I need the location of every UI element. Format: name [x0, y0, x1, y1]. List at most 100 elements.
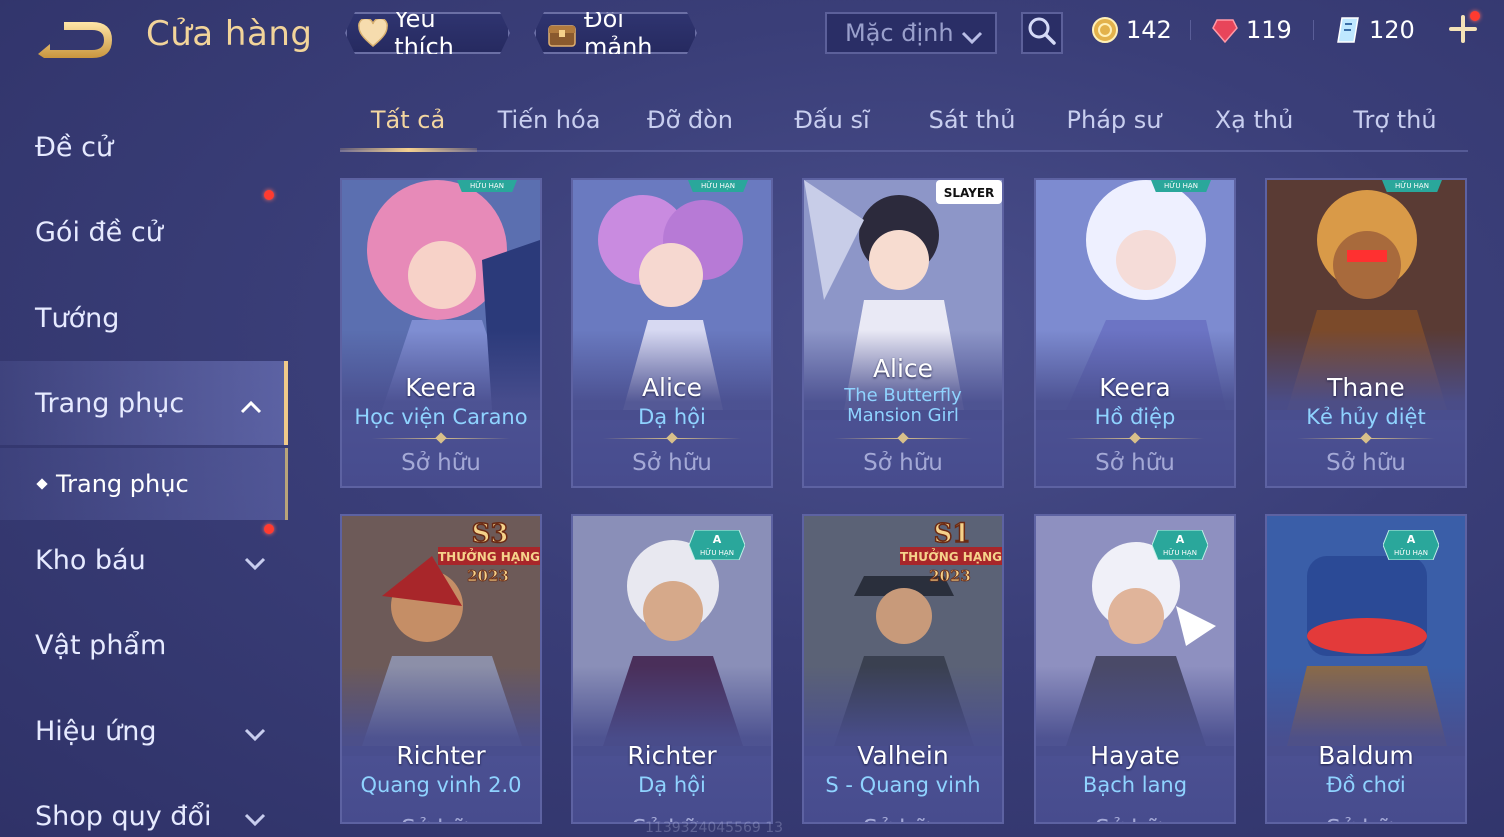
chevron-down-icon	[244, 548, 266, 579]
limited-badge: HỮU HẠN	[1151, 180, 1211, 192]
chevron-down-icon	[961, 24, 983, 52]
owned-status: Sở hữu	[1036, 816, 1234, 822]
tab-tank[interactable]: Đỡ đòn	[647, 106, 733, 134]
exchange-fragments-label: Đổi mảnh	[584, 5, 653, 61]
tab-assassin[interactable]: Sát thủ	[929, 106, 1016, 134]
back-arrow-icon[interactable]	[34, 18, 116, 62]
sidebar-item-treasure[interactable]: Kho báu	[0, 518, 288, 602]
gold-currency: 142	[1090, 12, 1172, 48]
skin-name: Hồ điệp	[1094, 405, 1176, 429]
favorites-label: Yêu thích	[394, 5, 454, 61]
sidebar-item-label: Vật phẩm	[35, 629, 167, 661]
hero-name: Hayate	[1090, 741, 1180, 770]
skin-card[interactable]: A HỮU HẠN Richter Dạ hội Sở hữu	[571, 514, 773, 824]
ruby-icon	[1210, 15, 1240, 45]
limited-badge: HỮU HẠN	[1382, 180, 1442, 192]
skin-card[interactable]: S3 THƯỞNG HẠNG 2023 Richter Quang vinh 2…	[340, 514, 542, 824]
limited-badge: HỮU HẠN	[688, 180, 748, 192]
svg-text:THƯỞNG HẠNG: THƯỞNG HẠNG	[900, 548, 1002, 564]
owned-status: Sở hữu	[1326, 450, 1406, 476]
svg-text:THƯỞNG HẠNG: THƯỞNG HẠNG	[438, 548, 540, 564]
slayer-logo: SLAYER	[936, 180, 1002, 204]
sidebar-item-label: Kho báu	[35, 544, 146, 576]
grade-a-badge: A HỮU HẠN	[689, 530, 745, 560]
skin-card[interactable]: HỮU HẠN Thane Kẻ hủy diệt Sở hữu	[1265, 178, 1467, 488]
owned-status: Sở hữu	[401, 450, 481, 476]
hero-name: Thane	[1327, 373, 1405, 402]
notification-dot	[1470, 11, 1480, 21]
svg-text:S1: S1	[934, 519, 971, 549]
skin-name: The Butterfly Mansion Girl	[844, 385, 962, 426]
search-button[interactable]	[1021, 12, 1063, 54]
skin-grid: HỮU HẠN Keera Học viện Carano Sở hữu HỮU…	[340, 178, 1470, 837]
heart-icon	[357, 18, 388, 48]
plus-icon	[1448, 15, 1478, 48]
skin-card[interactable]: A HỮU HẠN Hayate Bạch lang Sở hữu	[1034, 514, 1236, 824]
hero-name: Keera	[405, 373, 477, 402]
sidebar-item-items[interactable]: Vật phẩm	[0, 603, 288, 687]
sidebar: Đề cử Gói đề cử Tướng Trang phục Trang p…	[0, 100, 290, 837]
diamond-bullet-icon	[36, 478, 48, 490]
sidebar-item-label: Gói đề cử	[35, 216, 163, 248]
sidebar-item-exchange-shop[interactable]: Shop quy đổi	[0, 774, 288, 837]
tab-evolution[interactable]: Tiến hóa	[498, 106, 601, 134]
hero-name: Keera	[1099, 373, 1171, 402]
sidebar-item-effects[interactable]: Hiệu ứng	[0, 689, 288, 773]
voucher-ticket-icon	[1333, 15, 1363, 45]
sidebar-item-label: Đề cử	[35, 131, 114, 163]
gold-amount: 142	[1126, 16, 1172, 44]
active-tab-indicator	[340, 148, 477, 152]
tab-marksman[interactable]: Xạ thủ	[1215, 106, 1294, 134]
skin-card[interactable]: SLAYER Alice The Butterfly Mansion Girl …	[802, 178, 1004, 488]
svg-text:A: A	[713, 533, 722, 546]
skin-card[interactable]: HỮU HẠN Keera Học viện Carano Sở hữu	[340, 178, 542, 488]
owned-status: Sở hữu	[632, 450, 712, 476]
category-tabs: Tất cả Tiến hóa Đỡ đòn Đấu sĩ Sát thủ Ph…	[340, 100, 1468, 152]
svg-text:SLAYER: SLAYER	[944, 186, 995, 200]
currency-divider	[1190, 20, 1191, 40]
page-title: Cửa hàng	[146, 14, 313, 54]
hero-name: Richter	[396, 741, 486, 770]
grade-a-badge: A HỮU HẠN	[1152, 530, 1208, 560]
skin-name: Học viện Carano	[354, 405, 528, 429]
owned-status: Sở hữu	[804, 816, 1002, 822]
svg-text:2023: 2023	[467, 567, 509, 585]
sidebar-subitem-label: Trang phục	[56, 470, 189, 498]
svg-text:HỮU HẠN: HỮU HẠN	[1394, 548, 1428, 557]
hero-name: Valhein	[857, 741, 949, 770]
sidebar-item-bundles[interactable]: Gói đề cử	[0, 190, 288, 274]
favorites-button[interactable]: Yêu thích	[345, 12, 510, 54]
hero-name: Baldum	[1318, 741, 1414, 770]
sidebar-item-featured[interactable]: Đề cử	[0, 105, 288, 189]
sidebar-item-heroes[interactable]: Tướng	[0, 276, 288, 360]
voucher-currency: 120	[1333, 12, 1415, 48]
card-divider	[603, 432, 741, 444]
tab-all[interactable]: Tất cả	[371, 106, 445, 134]
card-divider	[1066, 432, 1204, 444]
tab-fighter[interactable]: Đấu sĩ	[794, 106, 869, 134]
svg-text:2023: 2023	[929, 567, 971, 585]
exchange-fragments-button[interactable]: Đổi mảnh	[534, 12, 697, 54]
svg-text:A: A	[1176, 533, 1185, 546]
skin-card[interactable]: HỮU HẠN Alice Dạ hội Sở hữu	[571, 178, 773, 488]
skin-card[interactable]: S1 THƯỞNG HẠNG 2023 Valhein S - Quang vi…	[802, 514, 1004, 824]
ruby-currency: 119	[1210, 12, 1292, 48]
sort-dropdown[interactable]: Mặc định	[825, 12, 997, 54]
search-icon	[1027, 16, 1057, 50]
skin-name: Đồ chơi	[1326, 773, 1406, 797]
card-divider	[1297, 432, 1435, 444]
tab-support[interactable]: Trợ thủ	[1353, 106, 1436, 134]
skin-name: S - Quang vinh	[825, 773, 981, 797]
owned-status: Sở hữu	[342, 816, 540, 822]
skin-name: Dạ hội	[638, 405, 706, 429]
sidebar-item-skins[interactable]: Trang phục	[0, 361, 288, 445]
grade-a-badge: A HỮU HẠN	[1383, 530, 1439, 560]
skin-card[interactable]: HỮU HẠN Keera Hồ điệp Sở hữu	[1034, 178, 1236, 488]
skin-card[interactable]: A HỮU HẠN Baldum Đồ chơi Sở hữu	[1265, 514, 1467, 824]
hero-name: Alice	[641, 373, 703, 402]
svg-text:HỮU HẠN: HỮU HẠN	[1163, 548, 1197, 557]
tab-mage[interactable]: Pháp sư	[1067, 106, 1162, 134]
currency-divider	[1313, 20, 1314, 40]
skin-name: Bạch lang	[1082, 773, 1188, 797]
sidebar-subitem-skins[interactable]: Trang phục	[0, 448, 288, 520]
